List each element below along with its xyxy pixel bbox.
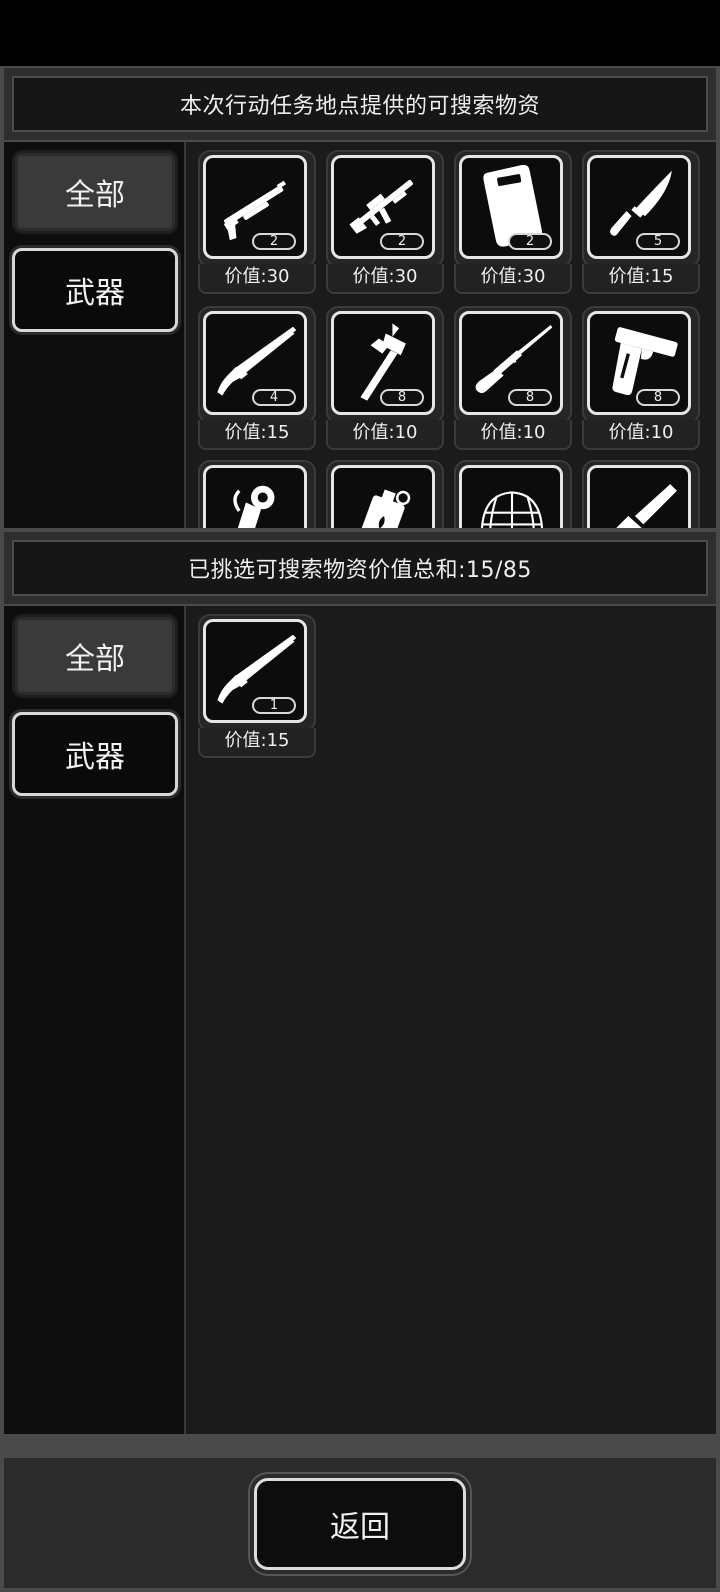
item-count: 2 — [252, 233, 296, 250]
selected-value-title: 已挑选可搜索物资价值总和:15/85 — [12, 540, 708, 596]
item-count: 2 — [508, 233, 552, 250]
item-count: 8 — [636, 389, 680, 406]
item-price: 价值:10 — [326, 420, 444, 450]
footer-bar: 返回 — [4, 1458, 716, 1588]
helmet-net-icon — [480, 491, 544, 528]
selected-supplies-panel: 全部 武器 1 价值:15 — [4, 606, 716, 1434]
item-count: 5 — [636, 233, 680, 250]
supply-item[interactable]: 2 价值:30 — [454, 150, 572, 296]
item-count: 8 — [508, 389, 552, 406]
supply-item[interactable]: 4 价值:15 — [198, 306, 316, 452]
available-supplies-title: 本次行动任务地点提供的可搜索物资 — [12, 76, 708, 132]
category-tab-weapons[interactable]: 武器 — [12, 712, 178, 796]
item-price: 价值:10 — [454, 420, 572, 450]
item-price: 价值:15 — [198, 420, 316, 450]
item-price: 价值:30 — [198, 264, 316, 294]
category-tab-all[interactable]: 全部 — [12, 150, 178, 234]
supply-item[interactable] — [454, 460, 572, 528]
supplies-grid: 2 价值:30 2 价值:30 2 价值:30 5 价值:15 4 价值:15 … — [194, 142, 716, 528]
category-sidebar-top: 全部 武器 — [4, 142, 186, 528]
item-count: 2 — [380, 233, 424, 250]
available-supplies-header: 本次行动任务地点提供的可搜索物资 — [4, 68, 716, 140]
available-supplies-panel: 全部 武器 2 价值:30 2 价值:30 2 价值:30 5 价值:15 4 … — [4, 142, 716, 528]
item-price: 价值:15 — [582, 264, 700, 294]
selected-item[interactable]: 1 价值:15 — [198, 614, 316, 760]
grenade-icon — [233, 485, 275, 528]
item-count: 4 — [252, 389, 296, 406]
supply-item[interactable]: 8 价值:10 — [582, 306, 700, 452]
item-count: 8 — [380, 389, 424, 406]
item-price: 价值:30 — [454, 264, 572, 294]
category-tab-all[interactable]: 全部 — [12, 614, 178, 698]
supply-item[interactable]: 8 价值:10 — [326, 306, 444, 452]
supply-item[interactable]: 2 价值:30 — [198, 150, 316, 296]
supply-item[interactable] — [198, 460, 316, 528]
supply-item[interactable]: 5 价值:15 — [582, 150, 700, 296]
selected-value-header: 已挑选可搜索物资价值总和:15/85 — [4, 532, 716, 604]
supply-item[interactable]: 2 价值:30 — [326, 150, 444, 296]
supply-item[interactable] — [582, 460, 700, 528]
selected-grid: 1 价值:15 — [194, 606, 716, 1434]
supply-item[interactable] — [326, 460, 444, 528]
item-price: 价值:15 — [198, 728, 316, 758]
item-price: 价值:10 — [582, 420, 700, 450]
item-price: 价值:30 — [326, 264, 444, 294]
supply-item[interactable]: 8 价值:10 — [454, 306, 572, 452]
category-sidebar-bottom: 全部 武器 — [4, 606, 186, 1434]
category-tab-weapons[interactable]: 武器 — [12, 248, 178, 332]
molotov-can-icon — [357, 489, 411, 528]
item-count: 1 — [252, 697, 296, 714]
chainsaw-icon — [616, 484, 677, 528]
back-button[interactable]: 返回 — [254, 1478, 466, 1570]
